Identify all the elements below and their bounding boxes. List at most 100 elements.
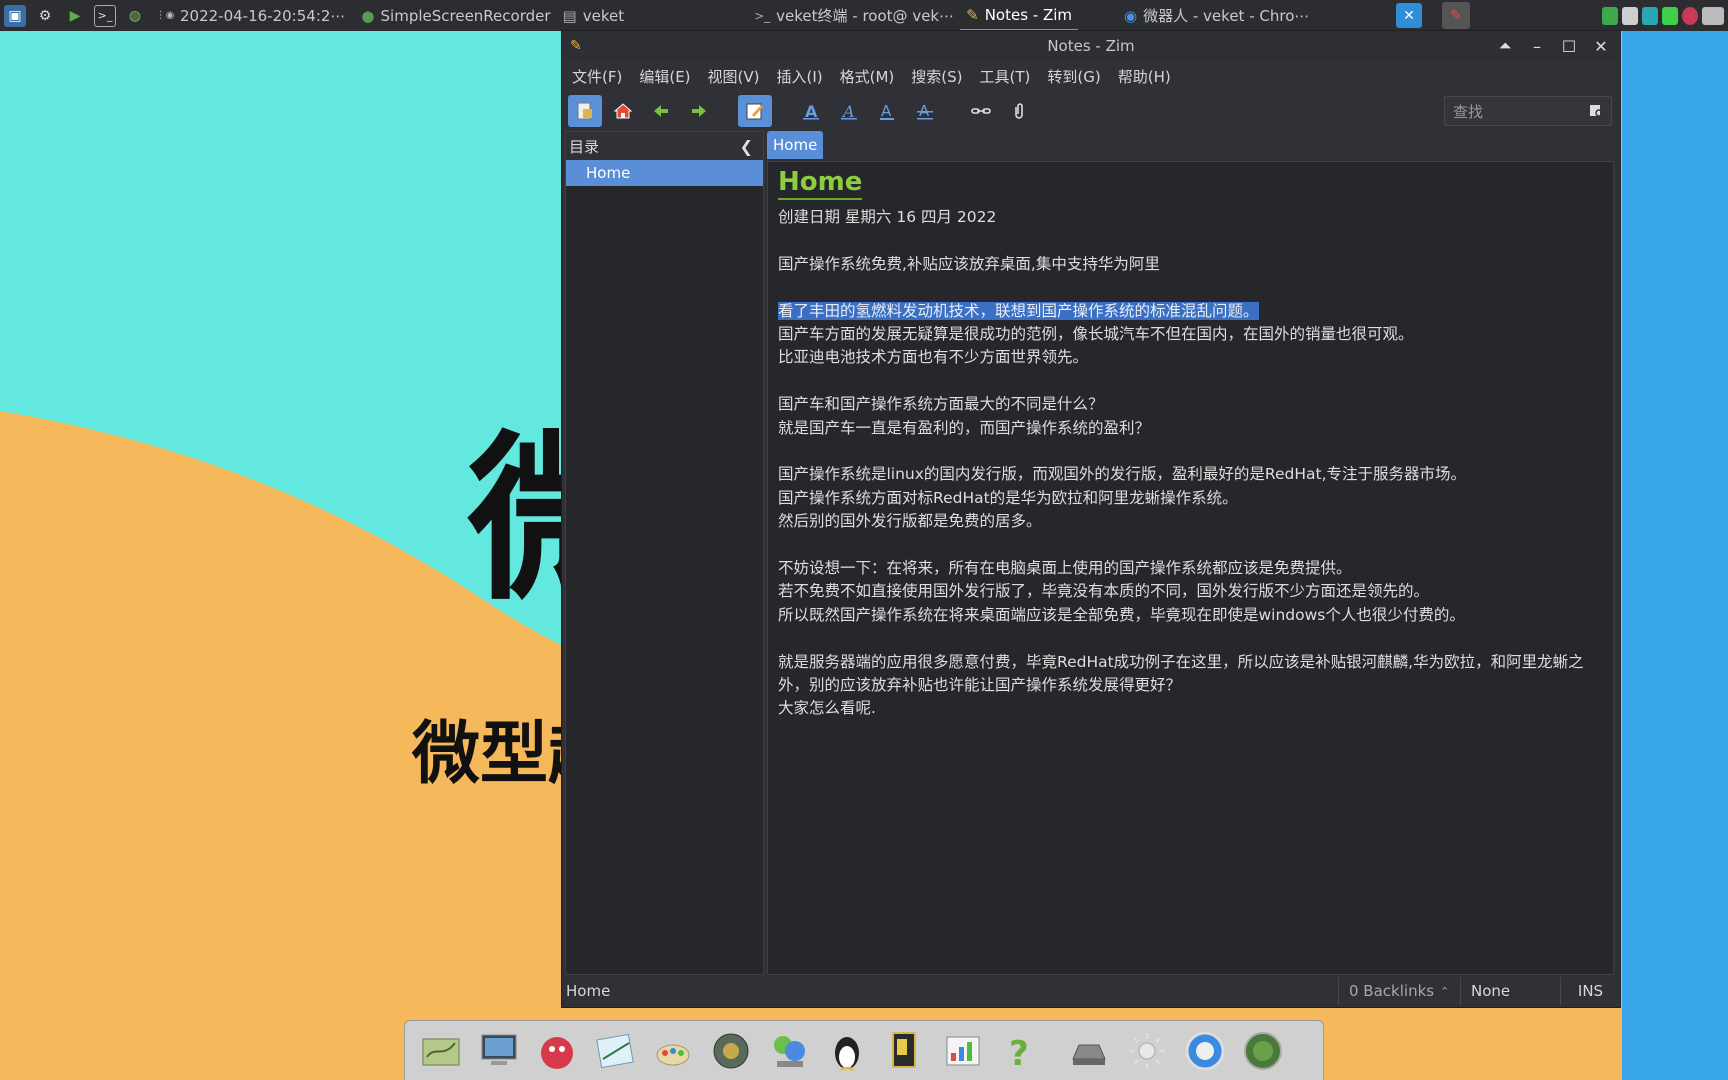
page-editor[interactable]: Home 创建日期 星期六 16 四月 2022 国产操作系统免费,补贴应该放弃… [767, 161, 1614, 975]
computer-icon[interactable] [473, 1025, 525, 1077]
media-player-icon[interactable] [705, 1025, 757, 1077]
system-monitor-icon[interactable]: ▣ [4, 4, 26, 27]
tab-home[interactable]: Home [767, 131, 824, 159]
strikethrough-icon: A [917, 102, 933, 120]
minimize-icon[interactable]: – [1524, 34, 1550, 58]
paint-icon[interactable] [647, 1025, 699, 1077]
line-text: 就是服务器端的应用很多愿意付费，毕竟RedHat成功例子在这里，所以应该是补贴银… [778, 652, 1584, 695]
paperclip-icon [1015, 103, 1023, 119]
menu-format[interactable]: 格式(M) [840, 66, 895, 87]
page-tabbar: Home [767, 131, 824, 159]
italic-icon: A [841, 102, 857, 121]
underline-button[interactable]: A [870, 95, 904, 127]
search-placeholder: 查找 [1453, 102, 1484, 121]
globe-icon[interactable]: ◍ [124, 5, 146, 27]
arrow-left-icon [654, 105, 668, 117]
file-manager-icon[interactable] [415, 1025, 467, 1077]
search-icon[interactable] [1589, 103, 1605, 123]
text-line: 就是国产车一直是有盈利的，而国产操作系统的盈利？ [778, 417, 1603, 440]
status-page-path: Home [566, 982, 611, 1000]
menu-search[interactable]: 搜索(S) [911, 66, 962, 87]
arrow-right-icon [692, 105, 706, 117]
drive-icon[interactable] [1063, 1025, 1115, 1077]
page-body[interactable]: 国产操作系统免费,补贴应该放弃桌面,集中支持华为阿里 看了丰田的氢燃料发动机技术，… [778, 229, 1603, 720]
home-button[interactable] [606, 95, 640, 127]
zim-window: ✎ Notes - Zim ⏶ – ☐ ✕ 文件(F) 编辑(E) 视图(V) … [561, 30, 1621, 1008]
maximize-icon[interactable]: ☐ [1556, 34, 1582, 58]
remote-desktop-icon[interactable]: ✕ [1396, 3, 1422, 28]
close-icon[interactable]: ✕ [1588, 34, 1614, 58]
menu-edit[interactable]: 编辑(E) [639, 66, 690, 87]
toolbar: A A A A 查找 [562, 91, 1620, 131]
menu-tools[interactable]: 工具(T) [980, 66, 1031, 87]
search-field[interactable]: 查找 [1444, 96, 1612, 126]
style-indicator[interactable]: None [1460, 977, 1560, 1005]
menu-insert[interactable]: 插入(I) [777, 66, 823, 87]
zim-pinned-icon[interactable]: ✎ [1442, 2, 1470, 29]
menu-goto[interactable]: 转到(G) [1047, 66, 1100, 87]
sidebar-item-home[interactable]: Home [566, 160, 763, 186]
text-editor-icon[interactable] [589, 1025, 641, 1077]
strikethrough-button[interactable]: A [908, 95, 942, 127]
record-icon[interactable] [1682, 6, 1698, 25]
menu-view[interactable]: 视图(V) [708, 66, 760, 87]
chevron-left-icon[interactable]: ❮ [740, 137, 753, 156]
chrome-dock-icon[interactable] [1179, 1025, 1231, 1077]
system-tray [1602, 0, 1728, 31]
text-line [778, 229, 1603, 252]
keyboard-icon[interactable] [1702, 6, 1724, 25]
task-recorder[interactable]: ● SimpleScreenRecorder [355, 0, 556, 31]
menu-help[interactable]: 帮助(H) [1118, 66, 1171, 87]
line-text: 国产操作系统是linux的国内发行版，而观国外的发行版，盈利最好的是RedHat… [778, 465, 1467, 484]
task-folder[interactable]: ▤ veket [557, 0, 631, 31]
record-indicator-icon[interactable]: ⋮◉ [154, 5, 176, 27]
sidebar-header: 目录 ❮ [566, 132, 763, 160]
text-line: 国产操作系统是linux的国内发行版，而观国外的发行版，盈利最好的是RedHat… [778, 463, 1603, 486]
book-icon[interactable] [879, 1025, 931, 1077]
line-text: 国产操作系统方面对标RedHat的是华为欧拉和阿里龙蜥操作系统。 [778, 488, 1238, 507]
text-line: 国产车和国产操作系统方面最大的不同是什么？ [778, 393, 1603, 416]
shield-icon[interactable] [1602, 6, 1618, 25]
insert-mode-indicator: INS [1560, 977, 1620, 1005]
brightness-icon[interactable] [1121, 1025, 1173, 1077]
penguin-icon[interactable] [821, 1025, 873, 1077]
back-button[interactable] [644, 95, 678, 127]
backlinks-label: 0 Backlinks [1349, 982, 1435, 1000]
statusbar: Home 0 Backlinks ⌃ None INS [562, 975, 1620, 1007]
battery-icon[interactable] [1662, 6, 1678, 25]
edit-mode-button[interactable] [738, 95, 772, 127]
insert-link-button[interactable] [964, 95, 998, 127]
terminal-launcher-icon[interactable]: >_ [94, 4, 116, 27]
zim-app-icon: ✎ [570, 38, 582, 54]
mascot-icon[interactable] [531, 1025, 583, 1077]
forward-button[interactable] [682, 95, 716, 127]
clipboard-icon[interactable] [1622, 6, 1638, 25]
menu-file[interactable]: 文件(F) [572, 66, 622, 87]
globe-dock-icon[interactable] [1237, 1025, 1289, 1077]
shade-icon[interactable]: ⏶ [1492, 34, 1518, 58]
underline-icon: A [880, 102, 894, 120]
run-icon[interactable]: ▶ [64, 5, 86, 27]
settings-gear-icon[interactable]: ⚙ [34, 5, 56, 27]
task-zim[interactable]: ✎ Notes - Zim [960, 0, 1079, 31]
recording-clock: 2022-04-16-20:54:2⋯ [180, 6, 346, 25]
bold-button[interactable]: A [794, 95, 828, 127]
line-text: 所以既然国产操作系统在将来桌面端应该是全部免费，毕竟现在即使是windows个人… [778, 605, 1465, 624]
task-chrome[interactable]: ◉ 微器人 - veket - Chro⋯ [1118, 0, 1315, 31]
italic-button[interactable]: A [832, 95, 866, 127]
network-icon[interactable] [1642, 6, 1658, 25]
help-icon[interactable]: ? [995, 1025, 1047, 1077]
backlinks-button[interactable]: 0 Backlinks ⌃ [1338, 977, 1460, 1005]
index-toggle-button[interactable] [568, 95, 602, 127]
line-text: 不妨设想一下：在将来，所有在电脑桌面上使用的国产操作系统都应该是免费提供。 [778, 559, 1352, 578]
attach-file-button[interactable] [1002, 95, 1036, 127]
bottom-dock: ? [404, 1020, 1324, 1080]
chart-app-icon[interactable] [937, 1025, 989, 1077]
window-titlebar[interactable]: ✎ Notes - Zim ⏶ – ☐ ✕ [562, 31, 1620, 61]
task-terminal[interactable]: >_ veket终端 - root@ vek⋯ [748, 0, 960, 31]
page-heading: Home [778, 166, 863, 200]
line-text: 国产车方面的发展无疑算是很成功的范例，像长城汽车不但在国内，在国外的销量也很可观… [778, 325, 1414, 343]
line-text: 比亚迪电池技术方面也有不少方面世界领先。 [778, 348, 1089, 367]
task-label: 微器人 - veket - Chro⋯ [1143, 7, 1310, 25]
network-chat-icon[interactable] [763, 1025, 815, 1077]
